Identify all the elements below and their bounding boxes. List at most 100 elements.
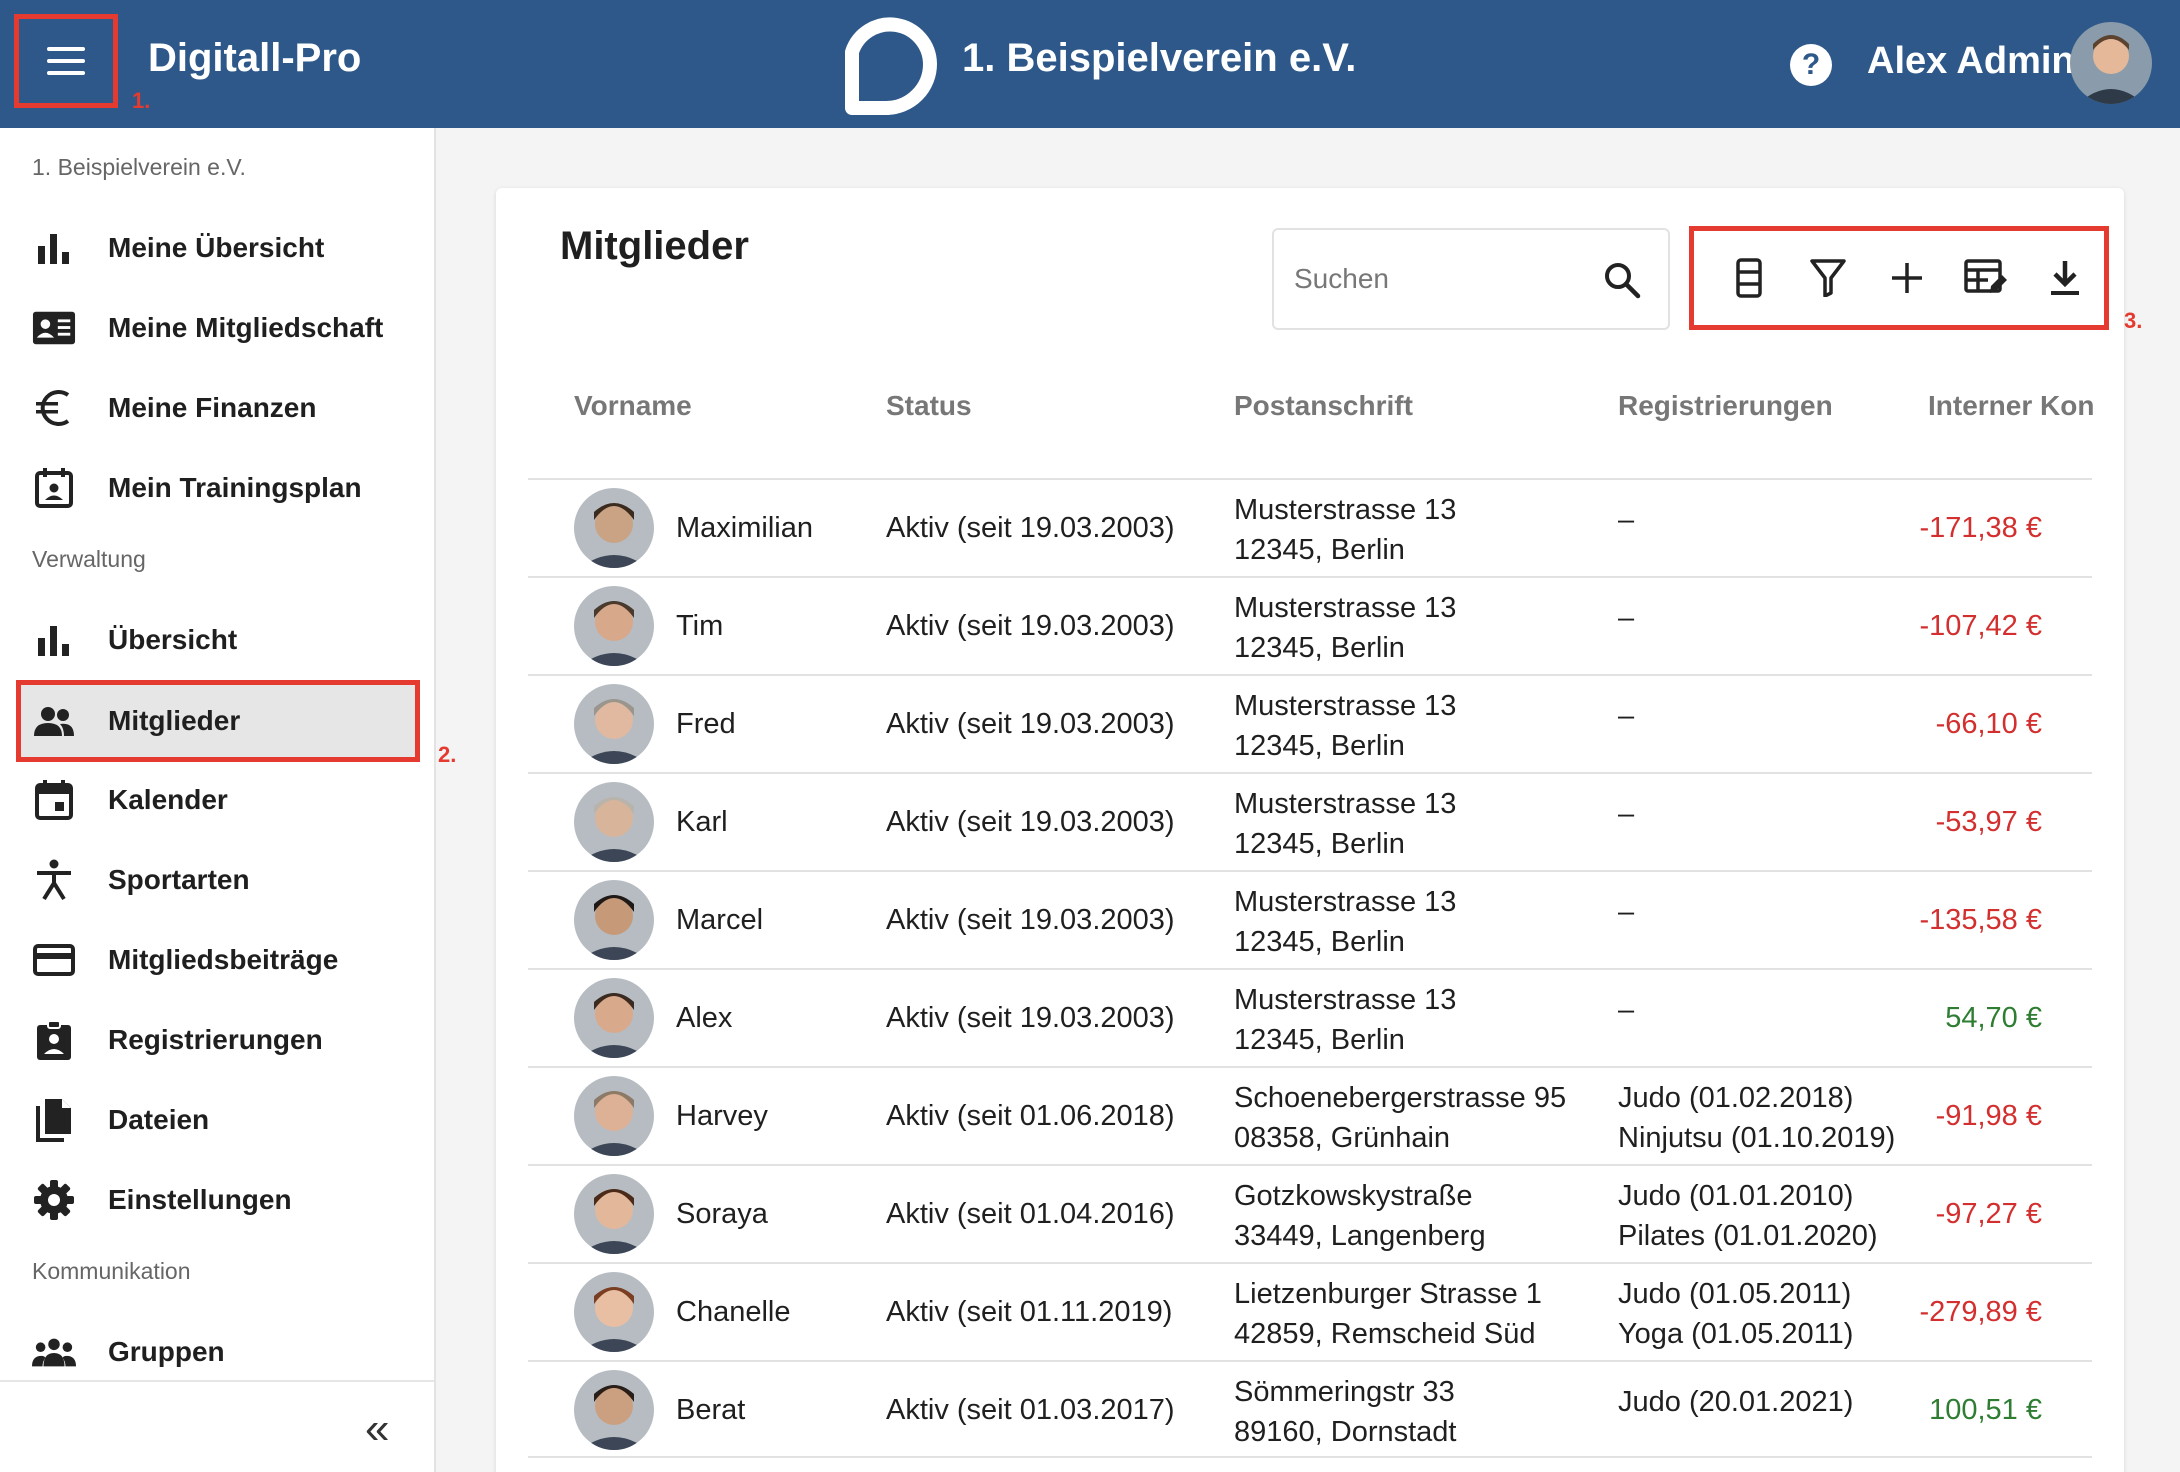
column-header-registrierungen[interactable]: Registrierungen bbox=[1618, 390, 1833, 422]
gear-icon bbox=[32, 1178, 76, 1222]
download-icon bbox=[2050, 261, 2079, 295]
column-header-status[interactable]: Status bbox=[886, 390, 972, 422]
sidebar-club-label: 1. Beispielverein e.V. bbox=[32, 154, 246, 180]
id-card-icon bbox=[32, 306, 76, 350]
registration-line-2: Pilates (01.01.2020) bbox=[1618, 1220, 1878, 1252]
address-line-1: Musterstrasse 13 bbox=[1234, 984, 1457, 1016]
table-row[interactable]: Maximilian Aktiv (seit 19.03.2003) Muste… bbox=[528, 478, 2092, 576]
search-icon[interactable] bbox=[1602, 260, 1642, 300]
member-status: Aktiv (seit 19.03.2003) bbox=[886, 708, 1175, 740]
app-title[interactable]: Digitall-Pro bbox=[148, 36, 361, 81]
column-header-postanschrift[interactable]: Postanschrift bbox=[1234, 390, 1413, 422]
collapse-sidebar-icon[interactable]: « bbox=[365, 1404, 389, 1454]
member-avatar bbox=[574, 586, 654, 666]
edit-table-button[interactable] bbox=[1946, 238, 2025, 318]
table-row[interactable]: Harvey Aktiv (seit 01.06.2018) Schoenebe… bbox=[528, 1066, 2092, 1164]
sidebar-item-mitgliedsbeitraege[interactable]: Mitgliedsbeiträge bbox=[16, 920, 420, 1000]
filter-button[interactable] bbox=[1789, 238, 1868, 318]
files-icon bbox=[32, 1098, 76, 1142]
table-row[interactable]: Karl Aktiv (seit 19.03.2003) Musterstras… bbox=[528, 772, 2092, 870]
sidebar-item-sportarten[interactable]: Sportarten bbox=[16, 840, 420, 920]
club-title: 1. Beispielverein e.V. bbox=[962, 36, 1357, 80]
table-row[interactable]: Berat Aktiv (seit 01.03.2017) Sömmerings… bbox=[528, 1360, 2092, 1458]
member-balance: -53,97 € bbox=[1935, 806, 2042, 838]
column-header-vorname[interactable]: Vorname bbox=[574, 390, 692, 422]
member-status: Aktiv (seit 19.03.2003) bbox=[886, 512, 1175, 544]
member-first-name: Fred bbox=[676, 708, 736, 740]
filter-icon bbox=[1810, 259, 1846, 297]
table-row[interactable]: Tim Aktiv (seit 19.03.2003) Musterstrass… bbox=[528, 576, 2092, 674]
member-status: Aktiv (seit 01.04.2016) bbox=[886, 1198, 1175, 1230]
page-title: Mitglieder bbox=[560, 224, 749, 268]
annotation-label-3: 3. bbox=[2124, 308, 2143, 333]
columns-icon bbox=[1736, 258, 1763, 298]
add-icon bbox=[1891, 263, 1922, 293]
member-registrations: – bbox=[1618, 500, 1634, 540]
member-address: Musterstrasse 13 12345, Berlin bbox=[1234, 686, 1456, 766]
sidebar-item-registrierungen[interactable]: Registrierungen bbox=[16, 1000, 420, 1080]
members-card: Mitglieder Vorname Status Postanschrift … bbox=[496, 188, 2124, 1472]
registration-line-1: – bbox=[1618, 798, 1635, 830]
sidebar-footer: « bbox=[0, 1380, 434, 1472]
table-row[interactable]: Chanelle Aktiv (seit 01.11.2019) Lietzen… bbox=[528, 1262, 2092, 1360]
table-row[interactable]: Soraya Aktiv (seit 01.04.2016) Gotzkowsk… bbox=[528, 1164, 2092, 1262]
menu-button[interactable] bbox=[14, 14, 118, 108]
registration-line-1: Judo (20.01.2021) bbox=[1618, 1386, 1854, 1418]
sidebar-section-kommunikation: Kommunikation bbox=[32, 1258, 191, 1284]
add-button[interactable] bbox=[1868, 238, 1947, 318]
sidebar-item-label: Einstellungen bbox=[108, 1184, 292, 1215]
annotation-label-2: 2. bbox=[438, 742, 457, 767]
sidebar-item-label: Übersicht bbox=[108, 624, 238, 655]
registration-line-1: Judo (01.05.2011) bbox=[1618, 1278, 1852, 1310]
members-table-body: Maximilian Aktiv (seit 19.03.2003) Muste… bbox=[528, 478, 2092, 1458]
help-icon[interactable]: ? bbox=[1790, 44, 1832, 86]
table-row[interactable]: Marcel Aktiv (seit 19.03.2003) Musterstr… bbox=[528, 870, 2092, 968]
table-row[interactable]: Alex Aktiv (seit 19.03.2003) Musterstras… bbox=[528, 968, 2092, 1066]
member-avatar bbox=[574, 1272, 654, 1352]
member-status: Aktiv (seit 19.03.2003) bbox=[886, 1002, 1175, 1034]
table-toolbar bbox=[1689, 226, 2109, 330]
sidebar-item-meine-uebersicht[interactable]: Meine Übersicht bbox=[16, 208, 420, 288]
address-line-2: 33449, Langenberg bbox=[1234, 1220, 1486, 1252]
registration-line-1: – bbox=[1618, 602, 1635, 634]
column-header-interner-kontostand[interactable]: Interner Kon bbox=[1928, 390, 2094, 422]
table-row[interactable]: Fred Aktiv (seit 19.03.2003) Musterstras… bbox=[528, 674, 2092, 772]
member-status: Aktiv (seit 19.03.2003) bbox=[886, 904, 1175, 936]
sport-figure-icon bbox=[32, 858, 76, 902]
address-line-1: Musterstrasse 13 bbox=[1234, 788, 1457, 820]
sidebar-item-label: Meine Finanzen bbox=[108, 392, 317, 423]
member-status: Aktiv (seit 01.11.2019) bbox=[886, 1296, 1173, 1328]
hamburger-menu-icon bbox=[47, 47, 85, 75]
member-first-name: Berat bbox=[676, 1394, 746, 1426]
sidebar-item-einstellungen[interactable]: Einstellungen bbox=[16, 1160, 420, 1240]
address-line-1: Musterstrasse 13 bbox=[1234, 690, 1457, 722]
table-header: Vorname Status Postanschrift Registrieru… bbox=[528, 358, 2094, 468]
sidebar-item-meine-mitgliedschaft[interactable]: Meine Mitgliedschaft bbox=[16, 288, 420, 368]
member-balance: -135,58 € bbox=[1919, 904, 2042, 936]
user-avatar[interactable] bbox=[2070, 22, 2152, 104]
sidebar-item-uebersicht[interactable]: Übersicht bbox=[16, 600, 420, 680]
top-app-bar: 1. Digitall-Pro 1. Beispielverein e.V. ?… bbox=[0, 0, 2180, 128]
search-input[interactable] bbox=[1294, 263, 1584, 295]
address-line-2: 42859, Remscheid Süd bbox=[1234, 1318, 1536, 1350]
user-name[interactable]: Alex Admin bbox=[1867, 40, 2075, 83]
registration-line-1: Judo (01.01.2010) bbox=[1618, 1180, 1854, 1212]
member-registrations: – bbox=[1618, 990, 1634, 1030]
sidebar-item-mein-trainingsplan[interactable]: Mein Trainingsplan bbox=[16, 448, 420, 528]
sidebar-item-meine-finanzen[interactable]: Meine Finanzen bbox=[16, 368, 420, 448]
registration-line-1: – bbox=[1618, 504, 1635, 536]
member-first-name: Marcel bbox=[676, 904, 764, 936]
address-line-2: 12345, Berlin bbox=[1234, 632, 1405, 664]
sidebar-item-kalender[interactable]: Kalender bbox=[16, 760, 420, 840]
sidebar-item-label: Mitglieder bbox=[108, 705, 241, 736]
columns-button[interactable] bbox=[1710, 238, 1789, 318]
sidebar-item-dateien[interactable]: Dateien bbox=[16, 1080, 420, 1160]
member-avatar bbox=[574, 782, 654, 862]
address-line-2: 89160, Dornstadt bbox=[1234, 1416, 1457, 1448]
sidebar-item-mitglieder[interactable]: Mitglieder bbox=[16, 680, 420, 762]
member-first-name: Tim bbox=[676, 610, 724, 642]
download-button[interactable] bbox=[2025, 238, 2104, 318]
registration-line-1: – bbox=[1618, 700, 1635, 732]
member-address: Schoenebergerstrasse 95 08358, Grünhain bbox=[1234, 1078, 1566, 1158]
member-balance: -107,42 € bbox=[1919, 610, 2042, 642]
